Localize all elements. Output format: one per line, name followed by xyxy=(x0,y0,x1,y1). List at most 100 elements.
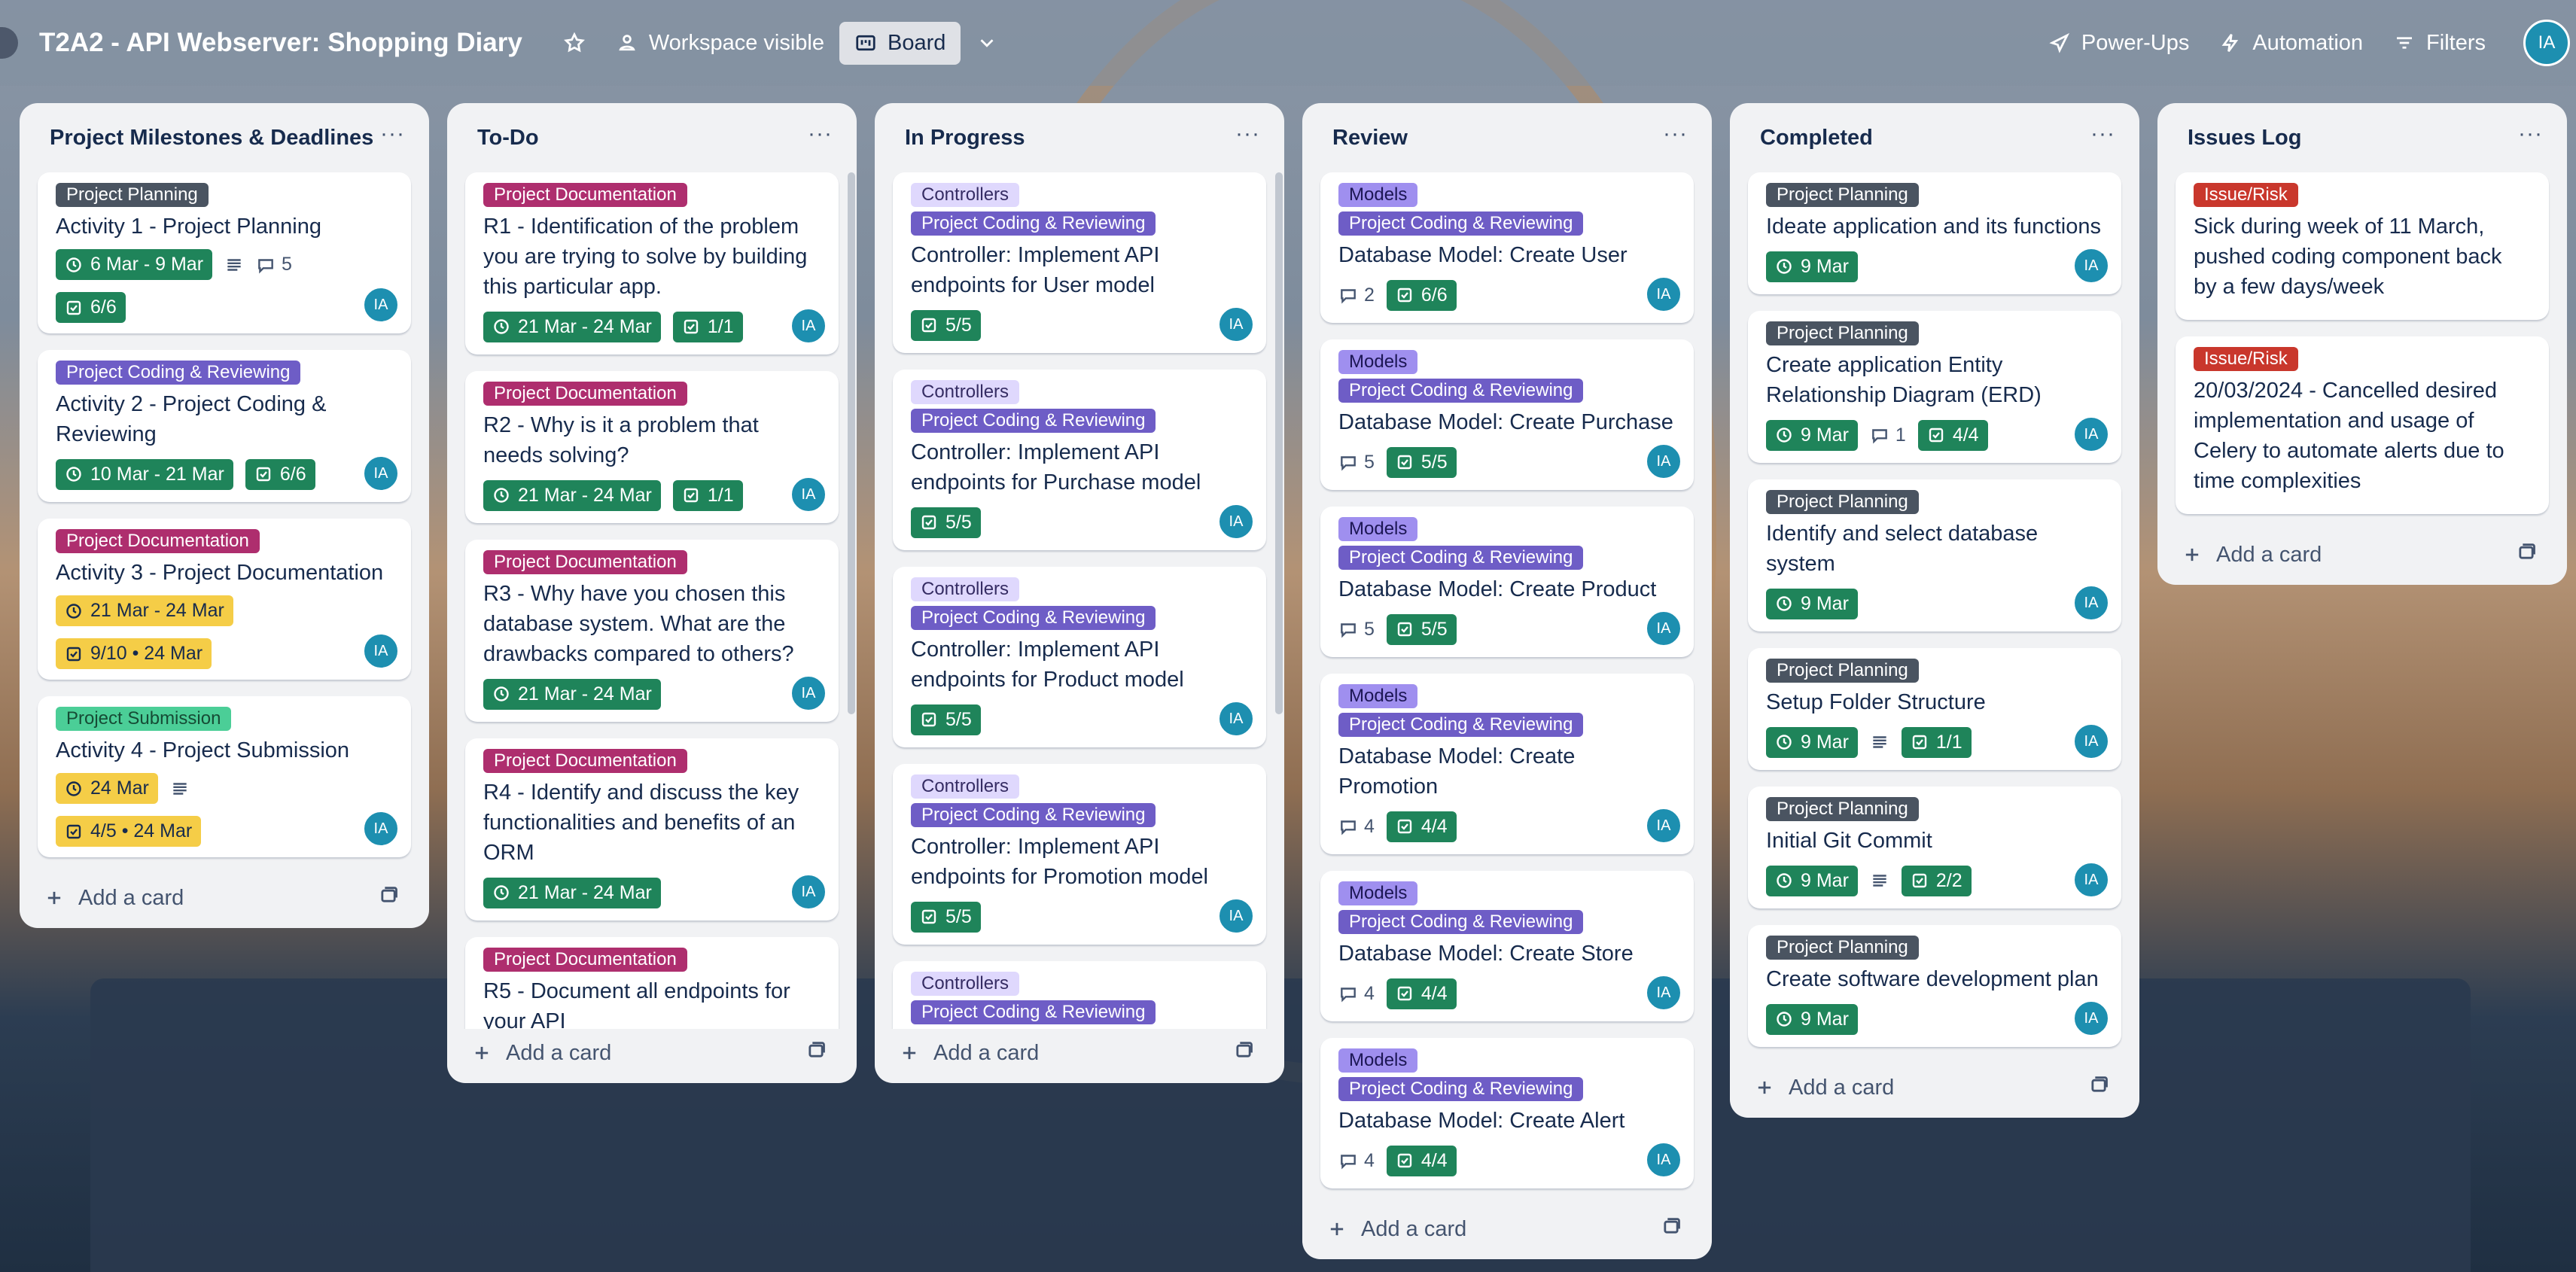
filters-button[interactable]: Filters xyxy=(2378,22,2501,65)
card[interactable]: ControllersProject Coding & ReviewingCon… xyxy=(893,764,1266,945)
card-member-avatar[interactable]: IA xyxy=(363,455,399,491)
card-member-avatar[interactable]: IA xyxy=(363,811,399,847)
card-member-avatar[interactable]: IA xyxy=(2073,1000,2109,1036)
add-card-button[interactable]: Add a card xyxy=(44,886,184,911)
card-label[interactable]: Project Planning xyxy=(1766,936,1919,960)
add-card-button[interactable]: Add a card xyxy=(1326,1217,1466,1242)
list-menu-button[interactable]: ··· xyxy=(2090,123,2115,172)
card-label[interactable]: Models xyxy=(1338,684,1418,708)
card-member-avatar[interactable]: IA xyxy=(1218,898,1254,934)
add-card-button[interactable]: Add a card xyxy=(1754,1076,1894,1100)
due-date-badge[interactable]: 9 Mar xyxy=(1766,588,1858,619)
add-card-button[interactable]: Add a card xyxy=(899,1041,1039,1066)
card-member-avatar[interactable]: IA xyxy=(1646,276,1682,312)
card-member-avatar[interactable]: IA xyxy=(1646,610,1682,647)
card-member-avatar[interactable]: IA xyxy=(790,874,827,910)
card-label[interactable]: Project Submission xyxy=(56,707,232,731)
card[interactable]: Project Planning Identify and select data… xyxy=(1748,479,2121,631)
list-menu-button[interactable]: ··· xyxy=(808,123,833,172)
card-member-avatar[interactable]: IA xyxy=(2073,862,2109,898)
card[interactable]: ControllersProject Coding & ReviewingCon… xyxy=(893,172,1266,353)
due-date-badge[interactable]: 9 Mar xyxy=(1766,419,1858,451)
list-title[interactable]: Project Milestones & Deadlines xyxy=(50,123,373,172)
card[interactable]: Project Planning Initial Git Commit 9 Mar 2… xyxy=(1748,787,2121,908)
card-label[interactable]: Models xyxy=(1338,881,1418,905)
card-label[interactable]: Project Documentation xyxy=(483,183,687,207)
card-label[interactable]: Controllers xyxy=(911,774,1020,799)
card-label[interactable]: Project Planning xyxy=(1766,321,1919,345)
board-title[interactable]: T2A2 - API Webserver: Shopping Diary xyxy=(39,28,522,58)
card-label[interactable]: Controllers xyxy=(911,183,1020,207)
card-label[interactable]: Project Coding & Reviewing xyxy=(1338,379,1584,403)
card-label[interactable]: Project Planning xyxy=(1766,797,1919,821)
card-label[interactable]: Issue/Risk xyxy=(2194,183,2298,207)
view-switcher-button[interactable] xyxy=(961,23,1013,63)
card-member-avatar[interactable]: IA xyxy=(2073,248,2109,284)
due-date-badge[interactable]: 21 Mar - 24 Mar xyxy=(483,311,661,342)
list-menu-button[interactable]: ··· xyxy=(1663,123,1688,172)
list-scrollbar[interactable] xyxy=(848,172,855,714)
visibility-button[interactable]: Workspace visible xyxy=(601,22,839,65)
card-member-avatar[interactable]: IA xyxy=(1646,975,1682,1011)
due-date-badge[interactable]: 21 Mar - 24 Mar xyxy=(483,479,661,511)
card[interactable]: Models Project Coding & Reviewing Database… xyxy=(1320,339,1694,490)
card-member-avatar[interactable]: IA xyxy=(1646,1142,1682,1178)
create-from-template-button[interactable] xyxy=(1233,1039,1254,1067)
card-label[interactable]: Project Planning xyxy=(56,183,209,207)
card-label[interactable]: Controllers xyxy=(911,577,1020,601)
card[interactable]: Project Planning Setup Folder Structure 9 … xyxy=(1748,648,2121,770)
due-date-badge[interactable]: 9 Mar xyxy=(1766,726,1858,758)
due-date-badge[interactable]: 9 Mar xyxy=(1766,251,1858,282)
due-date-badge[interactable]: 21 Mar - 24 Mar xyxy=(483,877,661,908)
card[interactable]: Project Planning Ideate application and i… xyxy=(1748,172,2121,294)
due-date-badge[interactable]: 24 Mar xyxy=(56,773,158,804)
card-member-avatar[interactable]: IA xyxy=(1218,701,1254,737)
card[interactable]: ControllersProject Coding & ReviewingCon… xyxy=(893,961,1266,1029)
card[interactable]: ControllersProject Coding & ReviewingCon… xyxy=(893,370,1266,550)
create-from-template-button[interactable] xyxy=(2516,541,2537,568)
due-date-badge[interactable]: 6 Mar - 9 Mar xyxy=(56,249,213,280)
card-member-avatar[interactable]: IA xyxy=(363,633,399,669)
card-member-avatar[interactable]: IA xyxy=(1218,504,1254,540)
card[interactable]: Issue/Risk Sick during week of 11 March, … xyxy=(2176,172,2549,320)
card-member-avatar[interactable]: IA xyxy=(2073,723,2109,759)
card-label[interactable]: Project Planning xyxy=(1766,183,1919,207)
card[interactable]: Project Coding & Reviewing Activity 2 - P… xyxy=(38,350,411,502)
card[interactable]: Models Project Coding & Reviewing Database… xyxy=(1320,507,1694,657)
card-label[interactable]: Project Coding & Reviewing xyxy=(56,361,301,385)
card[interactable]: Project Documentation Activity 3 - Projec… xyxy=(38,519,411,680)
powerups-button[interactable]: Power-Ups xyxy=(2033,22,2204,65)
card[interactable]: Models Project Coding & Reviewing Database… xyxy=(1320,1038,1694,1188)
card-member-avatar[interactable]: IA xyxy=(1646,443,1682,479)
create-from-template-button[interactable] xyxy=(378,884,399,911)
card-member-avatar[interactable]: IA xyxy=(1218,306,1254,342)
due-date-badge[interactable]: 9 Mar xyxy=(1766,1003,1858,1035)
card[interactable]: Models Project Coding & Reviewing Database… xyxy=(1320,674,1694,854)
card[interactable]: Project Documentation R3 - Why have you c… xyxy=(465,540,839,722)
list-title[interactable]: Review xyxy=(1332,123,1408,172)
list-title[interactable]: Issues Log xyxy=(2188,123,2302,172)
list-title[interactable]: In Progress xyxy=(905,123,1025,172)
list-menu-button[interactable]: ··· xyxy=(2518,123,2543,172)
list-scrollbar[interactable] xyxy=(1275,172,1283,714)
card-label[interactable]: Project Documentation xyxy=(483,948,687,972)
list-title[interactable]: Completed xyxy=(1760,123,1873,172)
create-from-template-button[interactable] xyxy=(1661,1216,1682,1243)
due-date-badge[interactable]: 9 Mar xyxy=(1766,865,1858,896)
card[interactable]: Project Documentation R1 - Identification… xyxy=(465,172,839,355)
card[interactable]: Project Planning Create software developm… xyxy=(1748,925,2121,1047)
automation-button[interactable]: Automation xyxy=(2204,22,2378,65)
card-label[interactable]: Project Coding & Reviewing xyxy=(911,606,1156,630)
card-member-avatar[interactable]: IA xyxy=(790,675,827,711)
card-member-avatar[interactable]: IA xyxy=(790,476,827,513)
card-label[interactable]: Project Coding & Reviewing xyxy=(1338,1077,1584,1101)
create-from-template-button[interactable] xyxy=(2088,1074,2109,1101)
card-label[interactable]: Controllers xyxy=(911,972,1020,996)
card-member-avatar[interactable]: IA xyxy=(2073,416,2109,452)
card[interactable]: Issue/Risk 20/03/2024 - Cancelled desired… xyxy=(2176,336,2549,514)
card-label[interactable]: Project Planning xyxy=(1766,659,1919,683)
card[interactable]: Project Documentation R4 - Identify and d… xyxy=(465,738,839,921)
member-avatar[interactable]: IA xyxy=(2523,20,2570,66)
board-view-button[interactable]: Board xyxy=(839,21,961,65)
card-label[interactable]: Project Coding & Reviewing xyxy=(911,211,1156,236)
